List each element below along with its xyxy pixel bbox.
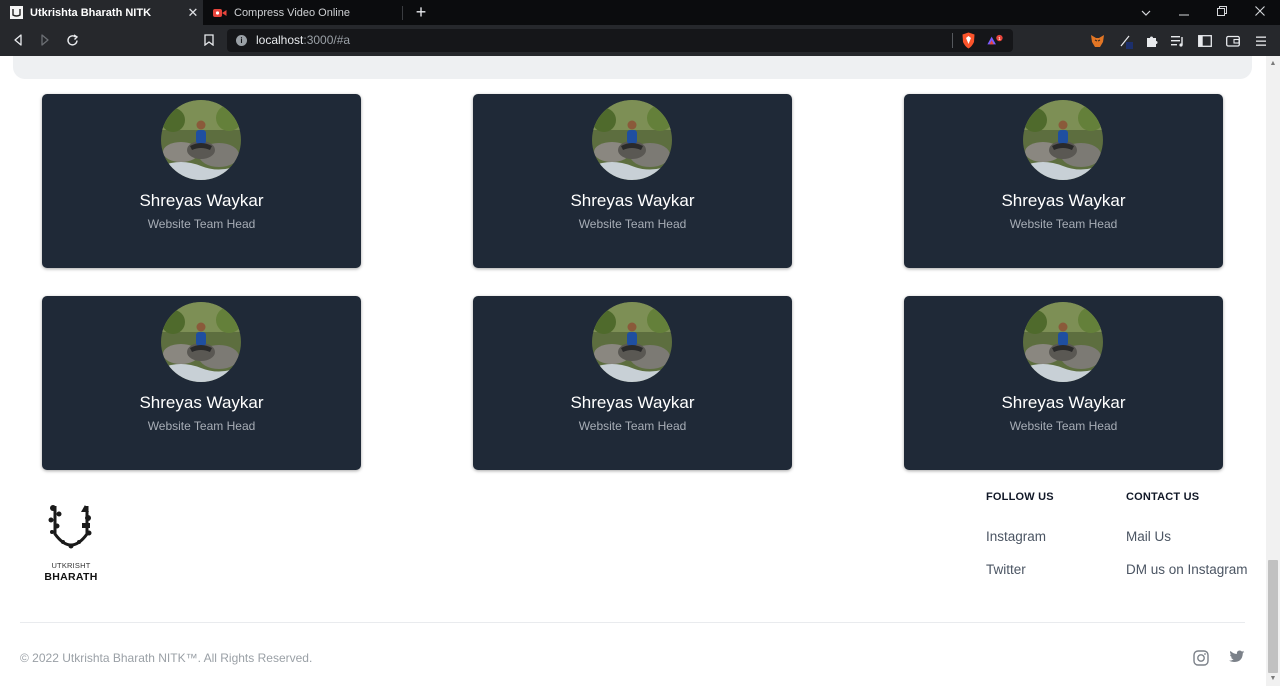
video-favicon-icon — [213, 6, 227, 20]
footer-divider — [20, 622, 1245, 623]
tab-compress-video[interactable]: Compress Video Online — [204, 0, 401, 25]
instagram-link[interactable]: Instagram — [986, 529, 1046, 544]
member-avatar — [161, 100, 241, 180]
address-bar[interactable]: i localhost:3000/#a 1 — [227, 29, 1013, 52]
member-avatar — [161, 302, 241, 382]
reload-icon[interactable] — [61, 29, 83, 51]
playlist-icon[interactable] — [1169, 32, 1186, 49]
navbar-bottom-edge — [13, 56, 1252, 79]
bookmark-icon[interactable] — [198, 29, 220, 51]
member-name: Shreyas Waykar — [570, 191, 695, 210]
instagram-icon[interactable] — [1193, 650, 1209, 666]
browser-toolbar: i localhost:3000/#a 1 — [0, 25, 1280, 56]
url-text: localhost:3000/#a — [256, 33, 351, 47]
close-window-icon[interactable] — [1241, 0, 1279, 25]
team-member-card: Shreyas Waykar Website Team Head — [473, 94, 792, 268]
logo-title: BHARATH — [44, 571, 98, 583]
tab-title: Utkrishta Bharath NITK — [30, 6, 152, 19]
page-viewport: Shreyas Waykar Website Team Head Shreyas… — [0, 56, 1266, 686]
member-name: Shreyas Waykar — [139, 191, 264, 210]
member-role: Website Team Head — [1009, 217, 1118, 231]
tab-close-icon[interactable]: ✕ — [183, 5, 203, 21]
menu-hamburger-icon[interactable] — [1252, 32, 1269, 49]
follow-us-heading: FOLLOW US — [986, 491, 1054, 503]
tab-strip: Utkrishta Bharath NITK ✕ Compress Video … — [0, 0, 1280, 25]
scroll-up-icon[interactable]: ▲ — [1269, 60, 1277, 68]
member-name: Shreyas Waykar — [1001, 191, 1126, 210]
new-tab-icon[interactable]: + — [410, 1, 432, 23]
member-name: Shreyas Waykar — [570, 393, 695, 412]
member-name: Shreyas Waykar — [139, 393, 264, 412]
member-avatar — [1023, 302, 1103, 382]
contact-us-heading: CONTACT US — [1126, 491, 1200, 503]
tab-title: Compress Video Online — [234, 6, 350, 19]
team-member-card: Shreyas Waykar Website Team Head — [473, 296, 792, 470]
team-member-card: Shreyas Waykar Website Team Head — [904, 296, 1223, 470]
team-member-card: Shreyas Waykar Website Team Head — [42, 94, 361, 268]
site-logo[interactable]: UTKRISHT BHARATH — [41, 500, 103, 588]
member-name: Shreyas Waykar — [1001, 393, 1126, 412]
logo-subtitle: UTKRISHT — [51, 561, 91, 570]
site-favicon-icon — [9, 6, 23, 20]
sidebar-toggle-icon[interactable] — [1196, 32, 1213, 49]
forward-icon[interactable] — [34, 29, 56, 51]
member-role: Website Team Head — [1009, 419, 1118, 433]
tab-search-chevron-icon[interactable] — [1127, 0, 1165, 25]
maximize-icon[interactable] — [1203, 0, 1241, 25]
wallet-icon[interactable] — [1224, 32, 1241, 49]
tab-separator — [402, 6, 403, 20]
twitter-link[interactable]: Twitter — [986, 562, 1026, 577]
twitter-icon[interactable] — [1229, 650, 1245, 666]
extensions-puzzle-icon[interactable] — [1143, 32, 1160, 49]
site-info-icon[interactable]: i — [236, 35, 247, 46]
member-avatar — [1023, 100, 1103, 180]
member-role: Website Team Head — [147, 419, 256, 433]
member-role: Website Team Head — [147, 217, 256, 231]
team-member-card: Shreyas Waykar Website Team Head — [42, 296, 361, 470]
member-role: Website Team Head — [578, 419, 687, 433]
dm-instagram-link[interactable]: DM us on Instagram — [1126, 562, 1248, 577]
mail-us-link[interactable]: Mail Us — [1126, 529, 1171, 544]
metamask-icon[interactable] — [1089, 32, 1106, 49]
logo-mark-icon — [48, 505, 92, 549]
address-bar-divider — [952, 33, 953, 48]
svg-text:1: 1 — [998, 36, 1001, 42]
brave-shields-icon[interactable] — [960, 32, 977, 49]
minimize-icon[interactable] — [1165, 0, 1203, 25]
scroll-down-icon[interactable]: ▼ — [1269, 675, 1277, 683]
back-icon[interactable] — [7, 29, 29, 51]
member-avatar — [592, 302, 672, 382]
brave-rewards-icon[interactable]: 1 — [986, 32, 1003, 49]
member-role: Website Team Head — [578, 217, 687, 231]
copyright-text: © 2022 Utkrishta Bharath NITK™. All Righ… — [20, 651, 313, 665]
tab-utkrishta[interactable]: Utkrishta Bharath NITK ✕ — [0, 0, 203, 25]
extension-pen-icon[interactable] — [1117, 32, 1134, 49]
member-avatar — [592, 100, 672, 180]
scrollbar-thumb[interactable] — [1268, 560, 1278, 673]
team-member-card: Shreyas Waykar Website Team Head — [904, 94, 1223, 268]
